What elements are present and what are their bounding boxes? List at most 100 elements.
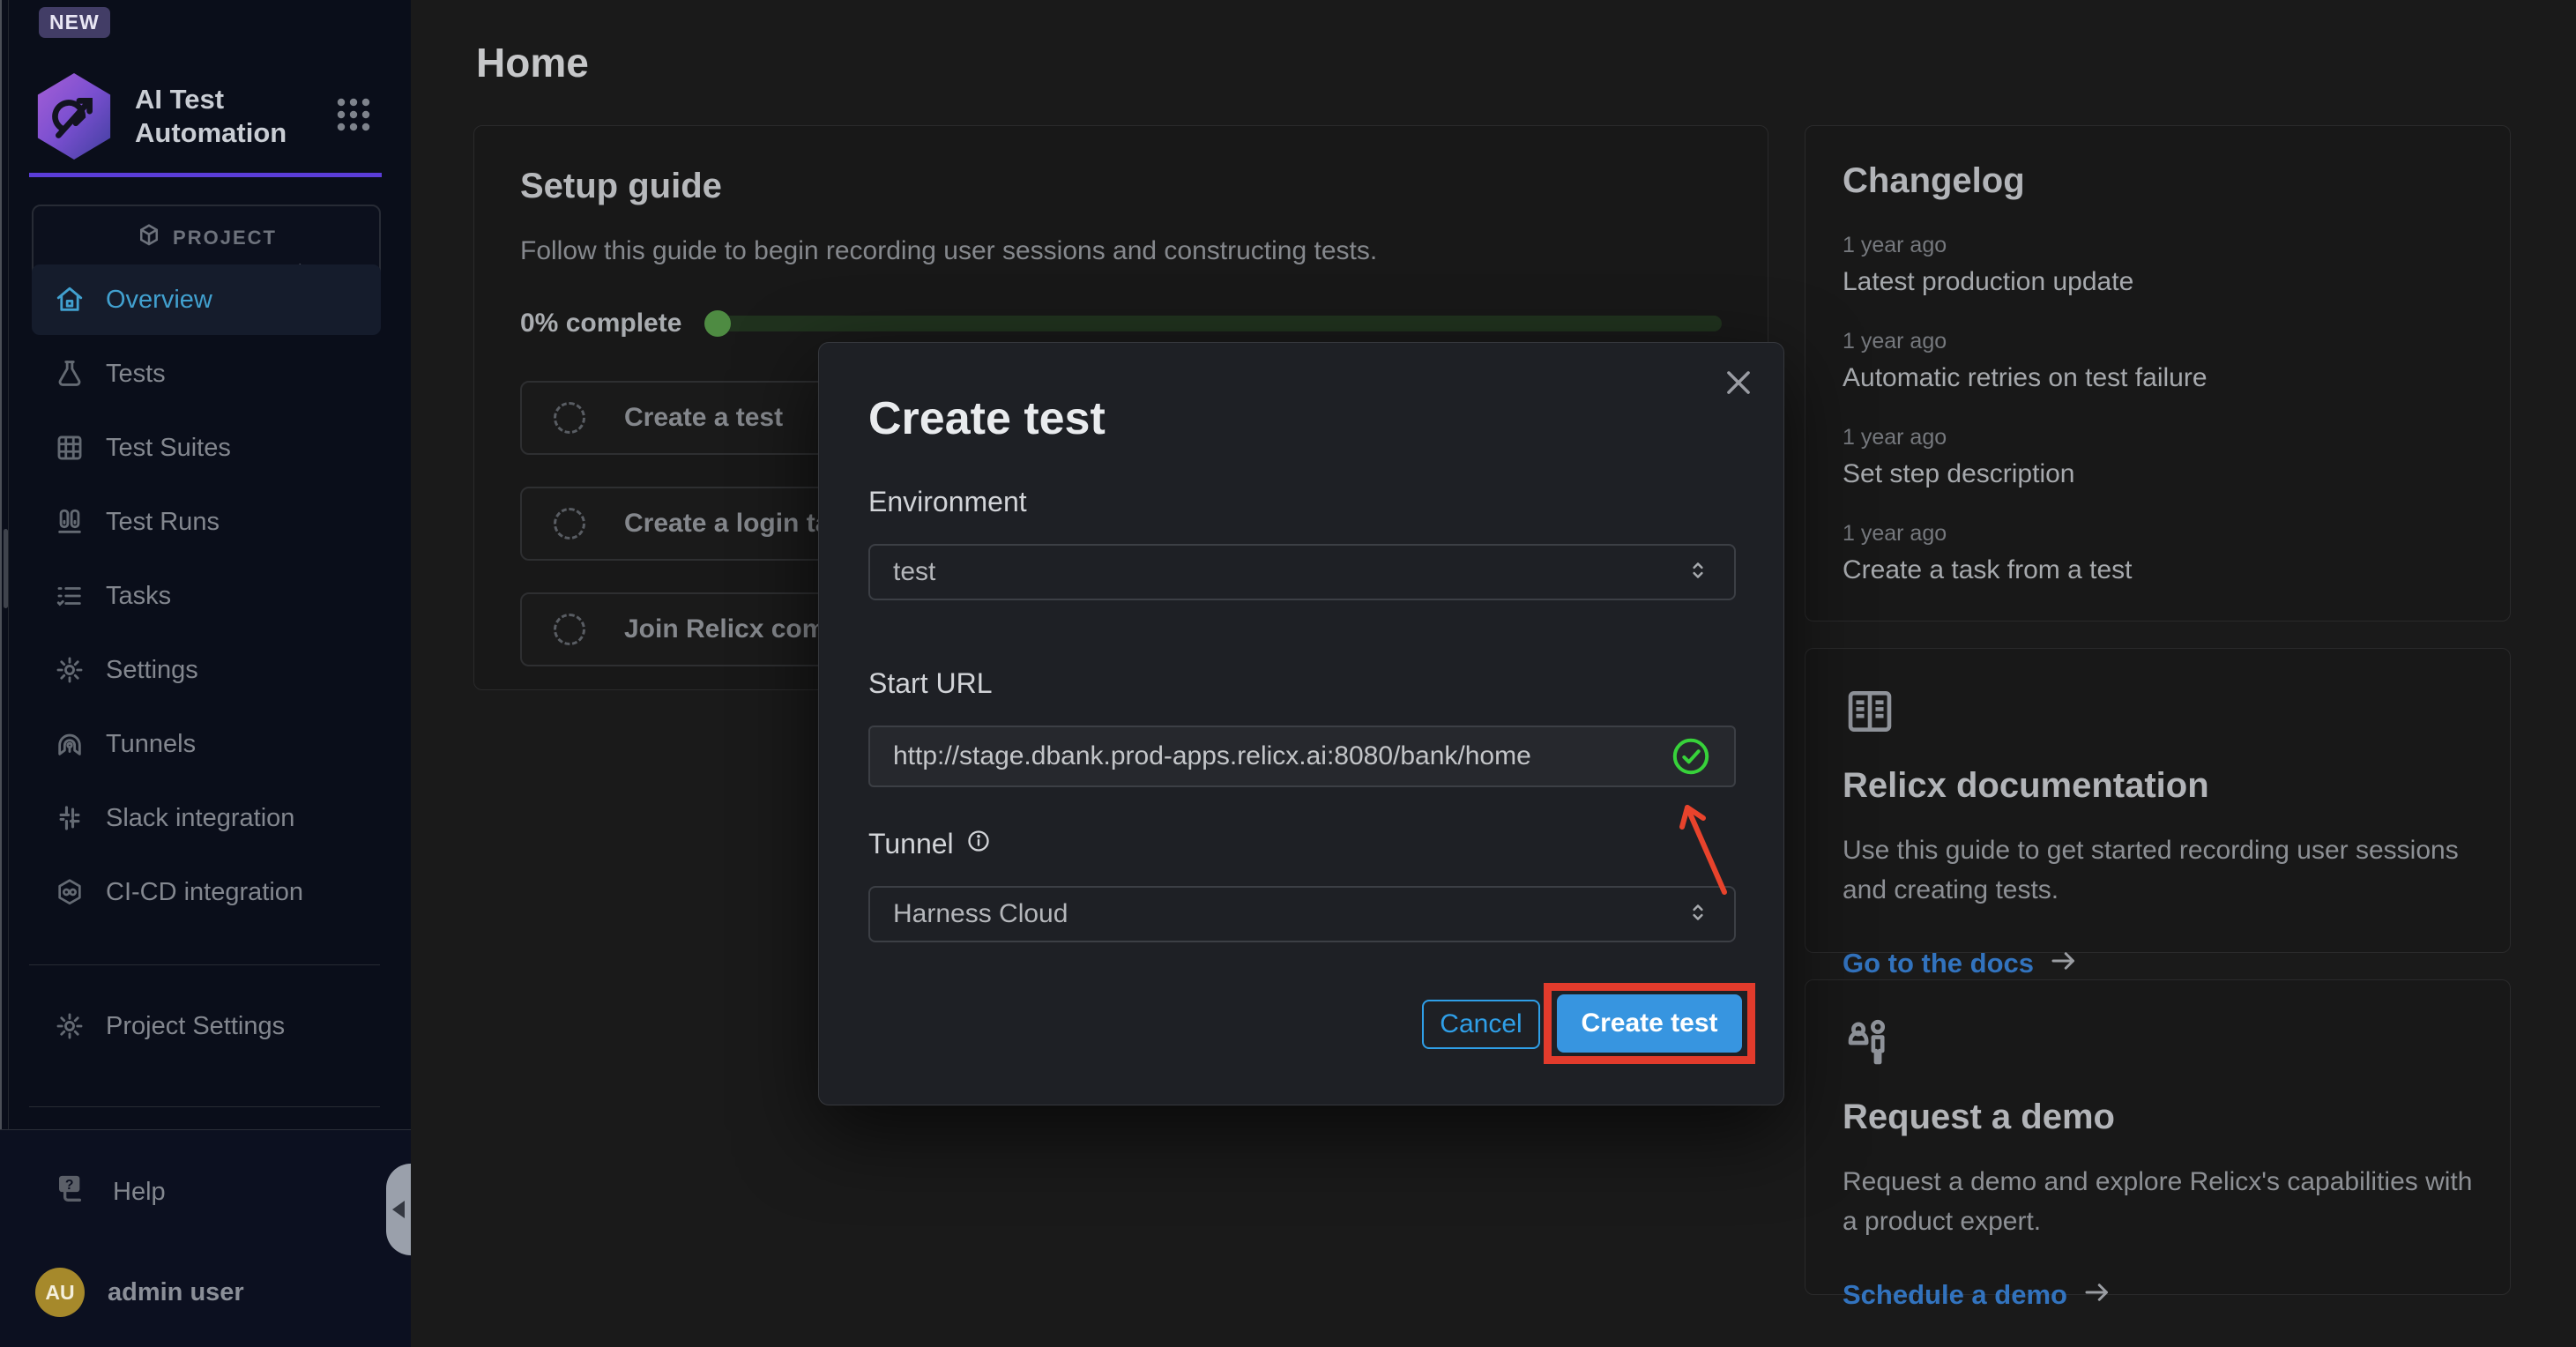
sidebar: NEW AI Test Automation — [0, 0, 411, 1347]
go-to-docs-link[interactable]: Go to the docs — [1843, 945, 2473, 981]
docs-body: Use this guide to get started recording … — [1843, 830, 2473, 910]
modal-title: Create test — [868, 392, 1106, 445]
sidebar-item-tunnels[interactable]: Tunnels — [32, 709, 381, 779]
setup-progress: 0% complete — [520, 309, 1722, 339]
task-list-icon — [55, 581, 85, 611]
user-name: admin user — [108, 1278, 244, 1307]
grid-table-icon — [55, 433, 85, 463]
cicd-icon — [55, 877, 85, 907]
sidebar-item-test-suites[interactable]: Test Suites — [32, 413, 381, 483]
progress-label: 0% complete — [520, 309, 681, 339]
sidebar-item-label: Tunnels — [106, 730, 196, 759]
valid-check-icon — [1671, 736, 1711, 777]
sidebar-item-label: Slack integration — [106, 804, 294, 833]
gear-icon — [55, 1011, 85, 1041]
environment-select[interactable]: test — [868, 544, 1736, 600]
new-badge: NEW — [39, 7, 110, 38]
sidebar-item-test-runs[interactable]: Test Runs — [32, 487, 381, 557]
relicx-logo-icon — [33, 71, 115, 162]
sidebar-item-label: Tests — [106, 360, 166, 389]
create-test-modal: Create test Environment test Start URL T… — [818, 342, 1784, 1105]
main-content: Home Setup guide Follow this guide to be… — [411, 0, 1839, 86]
select-chevrons-icon — [1685, 557, 1711, 588]
apps-grid-icon[interactable] — [329, 90, 378, 144]
environment-label: Environment — [868, 486, 1027, 518]
changelog-entry: 1 year ago Create a task from a test — [1843, 521, 2473, 585]
close-icon[interactable] — [1722, 366, 1755, 404]
sidebar-item-label: Tasks — [106, 582, 171, 611]
arrow-right-icon — [2081, 1276, 2113, 1313]
demo-body: Request a demo and explore Relicx's capa… — [1843, 1162, 2473, 1241]
sidebar-divider — [29, 964, 380, 965]
incomplete-step-icon — [554, 614, 585, 645]
home-icon — [55, 285, 85, 315]
test-runs-icon — [55, 507, 85, 537]
brand: AI Test Automation — [33, 71, 385, 162]
start-url-input[interactable] — [893, 741, 1669, 771]
select-chevrons-icon — [1685, 899, 1711, 930]
info-icon — [966, 828, 991, 860]
app-screen: NEW AI Test Automation — [0, 0, 2576, 1347]
cube-icon — [136, 222, 162, 254]
sidebar-divider — [29, 1106, 380, 1107]
schedule-demo-link[interactable]: Schedule a demo — [1843, 1276, 2473, 1313]
sidebar-nav: Overview Tests Test Suites — [32, 264, 381, 931]
svg-text:?: ? — [65, 1178, 74, 1193]
documentation-card: Relicx documentation Use this guide to g… — [1805, 648, 2511, 953]
sidebar-item-label: Test Runs — [106, 508, 220, 537]
page-title: Home — [476, 39, 1839, 86]
tunnel-label: Tunnel — [868, 828, 991, 860]
sidebar-item-label: Test Suites — [106, 434, 231, 463]
project-eyebrow-label: PROJECT — [173, 227, 277, 249]
sidebar-item-label: Overview — [106, 286, 212, 315]
sidebar-item-settings[interactable]: Settings — [32, 635, 381, 705]
start-url-label: Start URL — [868, 667, 992, 700]
user-menu[interactable]: AU admin user — [0, 1257, 411, 1328]
incomplete-step-icon — [554, 402, 585, 434]
help-chat-icon: ? — [55, 1171, 90, 1213]
brand-underline — [29, 173, 382, 177]
right-column: Changelog 1 year ago Latest production u… — [1805, 125, 2511, 1321]
sidebar-item-label: Settings — [106, 656, 198, 685]
changelog-title: Changelog — [1843, 161, 2473, 201]
tunnel-select[interactable]: Harness Cloud — [868, 886, 1736, 942]
changelog-entry: 1 year ago Latest production update — [1843, 233, 2473, 297]
tunnel-icon — [55, 729, 85, 759]
sidebar-footer: ? Help AU admin user — [0, 1129, 411, 1347]
sidebar-item-label: Project Settings — [106, 1012, 285, 1041]
sidebar-item-cicd-integration[interactable]: CI-CD integration — [32, 857, 381, 927]
sidebar-scrollbar-thumb[interactable] — [4, 529, 8, 608]
start-url-field[interactable] — [868, 726, 1736, 787]
cancel-button[interactable]: Cancel — [1422, 1000, 1540, 1049]
sidebar-item-tests[interactable]: Tests — [32, 339, 381, 409]
sidebar-item-label: CI-CD integration — [106, 878, 303, 907]
docs-title: Relicx documentation — [1843, 766, 2473, 806]
book-icon — [1843, 684, 2473, 743]
progress-bar — [706, 316, 1722, 331]
progress-indicator — [704, 310, 731, 337]
changelog-entry: 1 year ago Set step description — [1843, 425, 2473, 489]
avatar: AU — [35, 1268, 85, 1317]
incomplete-step-icon — [554, 508, 585, 540]
sidebar-item-overview[interactable]: Overview — [32, 264, 381, 335]
demo-title: Request a demo — [1843, 1098, 2473, 1137]
setup-guide-description: Follow this guide to begin recording use… — [520, 236, 1722, 266]
slack-icon — [55, 803, 85, 833]
app-title: AI Test Automation — [135, 83, 302, 150]
setup-guide-title: Setup guide — [520, 167, 1722, 206]
sidebar-item-slack-integration[interactable]: Slack integration — [32, 783, 381, 853]
sidebar-item-project-settings[interactable]: Project Settings — [32, 991, 381, 1061]
arrow-right-icon — [2048, 945, 2080, 981]
collapse-left-icon — [392, 1201, 405, 1218]
people-icon — [1843, 1016, 2473, 1075]
create-test-button[interactable]: Create test — [1557, 994, 1742, 1053]
sidebar-item-tasks[interactable]: Tasks — [32, 561, 381, 631]
gear-icon — [55, 655, 85, 685]
help-button[interactable]: ? Help — [0, 1157, 411, 1227]
changelog-entry: 1 year ago Automatic retries on test fai… — [1843, 329, 2473, 393]
request-demo-card: Request a demo Request a demo and explor… — [1805, 979, 2511, 1295]
flask-icon — [55, 359, 85, 389]
help-label: Help — [113, 1178, 166, 1207]
sidebar-collapse-handle[interactable] — [386, 1164, 411, 1255]
changelog-card: Changelog 1 year ago Latest production u… — [1805, 125, 2511, 621]
